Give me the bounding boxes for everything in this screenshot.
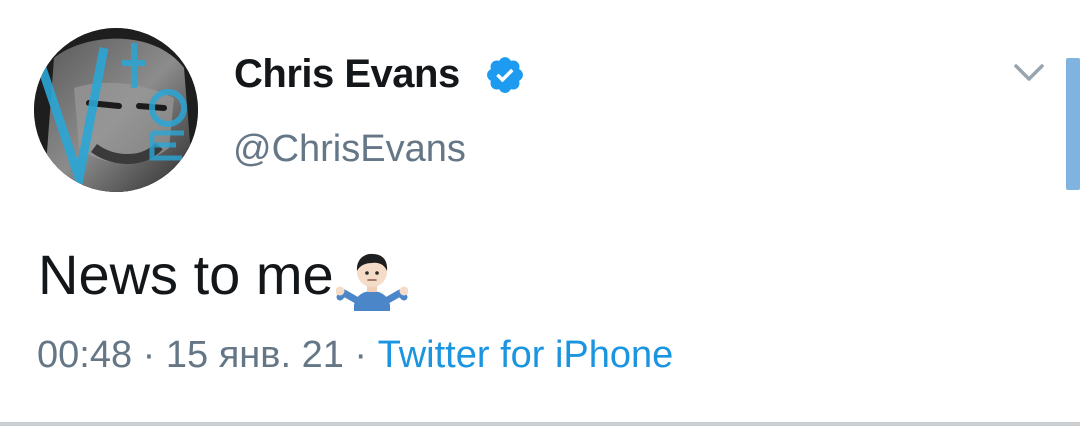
divider <box>0 422 1080 426</box>
avatar[interactable] <box>34 28 198 192</box>
handle[interactable]: @ChrisEvans <box>233 128 466 171</box>
tweet-meta: 00:48 · 15 янв. 21 · Twitter for iPhone <box>37 334 673 377</box>
meta-separator: · <box>343 334 378 376</box>
tweet-card: Chris Evans @ChrisEvans News to me 00:48… <box>0 0 1080 426</box>
scrollbar-thumb[interactable] <box>1066 58 1080 190</box>
meta-separator: · <box>132 334 166 376</box>
person-shrugging-icon <box>335 253 408 311</box>
tweet-source-link[interactable]: Twitter for iPhone <box>378 334 674 376</box>
display-name[interactable]: Chris Evans <box>234 52 460 97</box>
avatar-image <box>34 28 198 192</box>
chevron-down-icon[interactable] <box>1012 60 1046 86</box>
tweet-text-content: News to me <box>38 243 334 306</box>
tweet-text: News to me <box>38 242 408 311</box>
verified-badge-icon <box>487 57 523 93</box>
tweet-time[interactable]: 00:48 <box>37 334 132 376</box>
tweet-date[interactable]: 15 янв. 21 <box>166 334 344 376</box>
